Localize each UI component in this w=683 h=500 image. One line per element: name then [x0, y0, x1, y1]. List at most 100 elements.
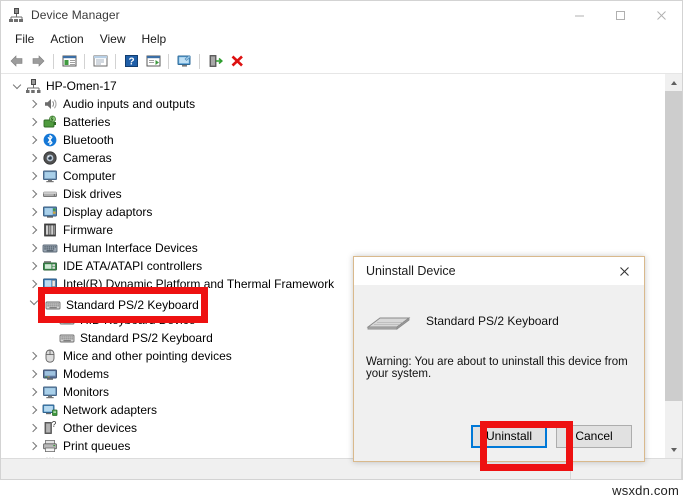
uninstall-device-dialog: Uninstall Device Standard PS/2 Keyboard …	[353, 256, 645, 462]
tree-item-label: Print queues	[63, 439, 131, 453]
hid-icon	[42, 240, 58, 256]
tree-item[interactable]: Firmware	[1, 221, 664, 239]
tree-item-label: Batteries	[63, 115, 111, 129]
menu-file[interactable]: File	[7, 30, 42, 48]
svg-text:?: ?	[128, 57, 134, 68]
svg-text:?: ?	[52, 420, 57, 429]
tree-item[interactable]: Human Interface Devices	[1, 239, 664, 257]
close-button[interactable]	[641, 1, 682, 29]
toolbar-separator	[115, 53, 116, 69]
tree-item[interactable]: Batteries	[1, 113, 664, 131]
toolbar-separator	[168, 53, 169, 69]
uninstall-button[interactable]: Uninstall	[471, 424, 547, 448]
tree-item[interactable]: Computer	[1, 167, 664, 185]
chevron-right-icon[interactable]	[26, 347, 42, 365]
tree-item[interactable]: Display adaptors	[1, 203, 664, 221]
window-controls	[559, 1, 682, 29]
dialog-title: Uninstall Device	[366, 264, 456, 278]
tree-item-label: Monitors	[63, 385, 110, 399]
chevron-right-icon[interactable]	[26, 185, 42, 203]
tree-item[interactable]: Audio inputs and outputs	[1, 95, 664, 113]
tree-item-label: Other devices	[63, 421, 138, 435]
display-adaptor-icon	[42, 204, 58, 220]
maximize-button[interactable]	[600, 1, 641, 29]
scan-hardware-changes-icon[interactable]	[173, 51, 195, 71]
bluetooth-icon	[42, 132, 58, 148]
chevron-right-icon[interactable]	[26, 401, 42, 419]
chevron-down-icon[interactable]	[26, 293, 42, 311]
dialog-body: Standard PS/2 Keyboard Warning: You are …	[354, 286, 644, 411]
forward-icon[interactable]	[27, 51, 49, 71]
chevron-right-icon[interactable]	[26, 383, 42, 401]
window-title: Device Manager	[31, 8, 120, 22]
chevron-right-icon[interactable]	[26, 239, 42, 257]
chevron-right-icon[interactable]	[26, 131, 42, 149]
chevron-right-icon[interactable]	[26, 95, 42, 113]
chevron-right-icon[interactable]	[26, 221, 42, 239]
ide-controller-icon	[42, 258, 58, 274]
tree-expander-placeholder	[43, 329, 59, 347]
processor-icon	[42, 456, 58, 458]
annotated-tree-item: Standard PS/2 Keyboard	[45, 294, 201, 316]
disk-drive-icon	[42, 186, 58, 202]
cancel-button[interactable]: Cancel	[556, 424, 632, 448]
tree-item-label: Standard PS/2 Keyboard	[80, 331, 213, 345]
scrollbar-thumb[interactable]	[665, 91, 682, 401]
title-bar: Device Manager	[1, 1, 682, 29]
tree-item-label: Network adapters	[63, 403, 158, 417]
toolbar-separator	[53, 53, 54, 69]
chevron-right-icon[interactable]	[26, 167, 42, 185]
tree-item[interactable]: Disk drives	[1, 185, 664, 203]
annotated-tree-item-label: Standard PS/2 Keyboard	[66, 298, 199, 312]
chevron-right-icon[interactable]	[26, 455, 42, 458]
menu-view[interactable]: View	[92, 30, 134, 48]
chevron-right-icon[interactable]	[26, 365, 42, 383]
other-device-icon: ?	[42, 420, 58, 436]
tree-item[interactable]: Cameras	[1, 149, 664, 167]
scroll-down-button[interactable]	[665, 441, 682, 458]
chevron-down-icon[interactable]	[9, 77, 25, 95]
chevron-right-icon[interactable]	[26, 419, 42, 437]
chevron-right-icon[interactable]	[26, 437, 42, 455]
mouse-icon	[42, 348, 58, 364]
menu-help[interactable]: Help	[134, 30, 175, 48]
tree-item-label: HP-Omen-17	[46, 79, 117, 93]
tree-item[interactable]: HP-Omen-17	[1, 77, 664, 95]
uninstall-device-icon[interactable]	[226, 51, 248, 71]
properties-icon[interactable]	[89, 51, 111, 71]
dialog-device-row: Standard PS/2 Keyboard	[354, 286, 644, 334]
tree-item-label: Intel(R) Dynamic Platform and Thermal Fr…	[63, 277, 335, 291]
dialog-device-name: Standard PS/2 Keyboard	[426, 314, 559, 328]
modem-icon	[42, 366, 58, 382]
show-hide-console-tree-icon[interactable]	[58, 51, 80, 71]
keyboard-3d-icon	[364, 308, 414, 334]
tree-item[interactable]: Bluetooth	[1, 131, 664, 149]
help-icon[interactable]: ?	[120, 51, 142, 71]
monitor-icon	[42, 168, 58, 184]
chevron-right-icon[interactable]	[26, 113, 42, 131]
enable-device-icon[interactable]	[204, 51, 226, 71]
dialog-warning-text: Warning: You are about to uninstall this…	[366, 356, 628, 380]
keyboard-icon	[45, 297, 61, 313]
menu-action[interactable]: Action	[42, 30, 91, 48]
firmware-icon	[42, 222, 58, 238]
tree-item-label: IDE ATA/ATAPI controllers	[63, 259, 203, 273]
toolbar: ?	[1, 49, 682, 74]
chevron-right-icon[interactable]	[26, 149, 42, 167]
printer-icon	[42, 438, 58, 454]
back-icon[interactable]	[5, 51, 27, 71]
vertical-scrollbar[interactable]	[664, 74, 682, 458]
minimize-button[interactable]	[559, 1, 600, 29]
chevron-right-icon[interactable]	[26, 203, 42, 221]
update-driver-icon[interactable]	[142, 51, 164, 71]
tree-item-label: Modems	[63, 367, 110, 381]
tree-item-label: Firmware	[63, 223, 113, 237]
chevron-right-icon[interactable]	[26, 257, 42, 275]
dialog-close-button[interactable]	[604, 257, 644, 285]
speaker-icon	[42, 96, 58, 112]
status-pane-secondary	[571, 459, 682, 479]
chevron-right-icon[interactable]	[26, 275, 42, 293]
tree-item-label: Disk drives	[63, 187, 122, 201]
thermal-framework-icon	[42, 276, 58, 292]
scroll-up-button[interactable]	[665, 74, 682, 91]
